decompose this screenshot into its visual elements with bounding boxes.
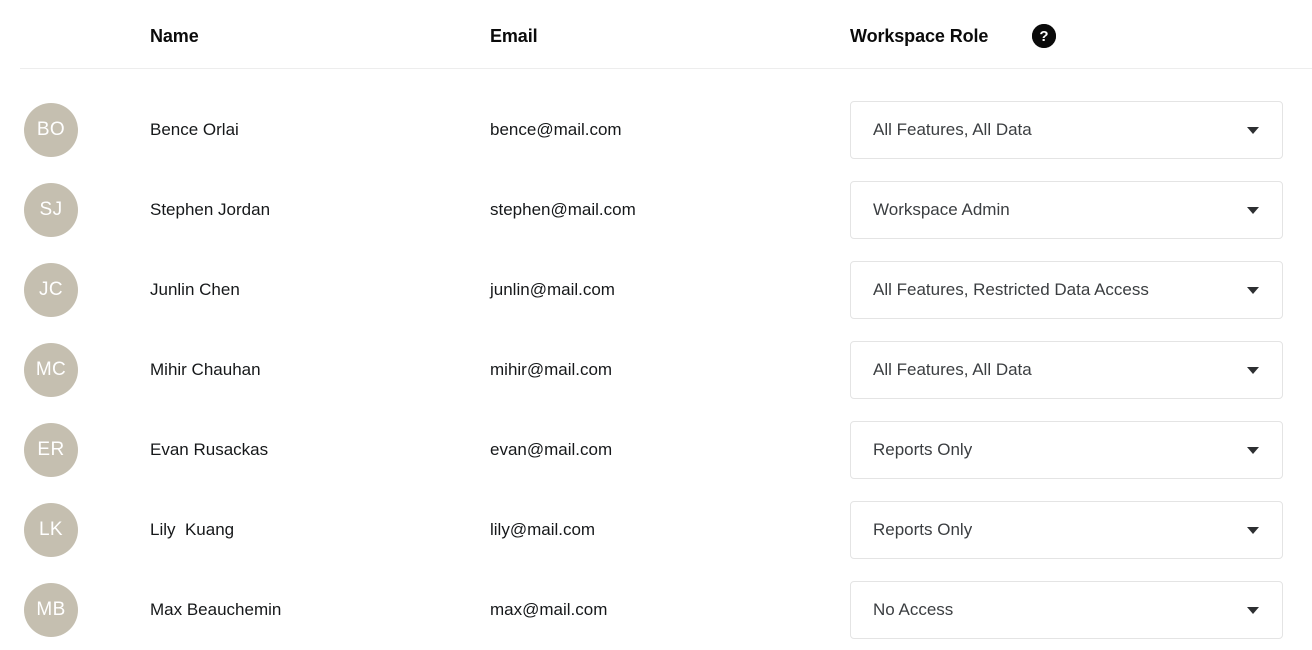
chevron-down-icon <box>1247 287 1259 294</box>
avatar: LK <box>24 503 78 557</box>
avatar: MC <box>24 343 78 397</box>
avatar: JC <box>24 263 78 317</box>
chevron-down-icon <box>1247 527 1259 534</box>
avatar: MB <box>24 583 78 637</box>
column-header-workspace-role: Workspace Role <box>850 26 989 46</box>
chevron-down-icon <box>1247 367 1259 374</box>
table-header: Name Email Workspace Role ? <box>0 0 1312 68</box>
table-row: SJ Stephen Jordan stephen@mail.com Workspac… <box>0 170 1312 250</box>
chevron-down-icon <box>1247 607 1259 614</box>
workspace-role-select[interactable]: All Features, All Data <box>850 101 1283 159</box>
table-row: JC Junlin Chen junlin@mail.com All Features… <box>0 250 1312 330</box>
member-name: Evan Rusackas <box>150 440 269 459</box>
workspace-role-value: All Features, All Data <box>873 120 1032 139</box>
member-email: bence@mail.com <box>490 120 622 139</box>
workspace-members-table: Name Email Workspace Role ? BO Bence Orla… <box>0 0 1312 644</box>
avatar: BO <box>24 103 78 157</box>
workspace-role-value: Reports Only <box>873 520 973 539</box>
chevron-down-icon <box>1247 447 1259 454</box>
chevron-down-icon <box>1247 127 1259 134</box>
member-email: stephen@mail.com <box>490 200 636 219</box>
table-row: ER Evan Rusackas evan@mail.com Reports Only <box>0 410 1312 490</box>
table-row: MB Max Beauchemin max@mail.com No Access <box>0 570 1312 650</box>
workspace-role-value: Workspace Admin <box>873 200 1010 219</box>
member-email: junlin@mail.com <box>490 280 615 299</box>
member-name: Lily Kuang <box>150 520 235 539</box>
member-name: Max Beauchemin <box>150 600 282 619</box>
member-email: lily@mail.com <box>490 520 596 539</box>
member-email: max@mail.com <box>490 600 608 619</box>
workspace-role-value: No Access <box>873 600 954 619</box>
member-name: Stephen Jordan <box>150 200 271 219</box>
help-circle-icon[interactable]: ? <box>1032 24 1056 48</box>
avatar: ER <box>24 423 78 477</box>
table-row: MC Mihir Chauhan mihir@mail.com All Feature… <box>0 330 1312 410</box>
avatar: SJ <box>24 183 78 237</box>
header-divider <box>20 68 1312 69</box>
workspace-role-value: All Features, Restricted Data Access <box>873 280 1149 299</box>
member-name: Bence Orlai <box>150 120 239 139</box>
workspace-role-select[interactable]: All Features, All Data <box>850 341 1283 399</box>
column-header-email: Email <box>490 26 538 46</box>
workspace-role-select[interactable]: Reports Only <box>850 501 1283 559</box>
workspace-role-select[interactable]: Workspace Admin <box>850 181 1283 239</box>
workspace-role-select[interactable]: No Access <box>850 581 1283 639</box>
workspace-role-select[interactable]: Reports Only <box>850 421 1283 479</box>
workspace-role-select[interactable]: All Features, Restricted Data Access <box>850 261 1283 319</box>
table-row: LK Lily Kuang lily@mail.com Reports Only <box>0 490 1312 570</box>
table-row: BO Bence Orlai bence@mail.com All Features,… <box>0 90 1312 170</box>
column-header-name: Name <box>150 26 199 46</box>
member-email: mihir@mail.com <box>490 360 613 379</box>
workspace-role-value: Reports Only <box>873 440 973 459</box>
chevron-down-icon <box>1247 207 1259 214</box>
member-name: Mihir Chauhan <box>150 360 261 379</box>
member-name: Junlin Chen <box>150 280 240 299</box>
svg-text:?: ? <box>1039 28 1048 45</box>
workspace-role-value: All Features, All Data <box>873 360 1032 379</box>
member-email: evan@mail.com <box>490 440 613 459</box>
